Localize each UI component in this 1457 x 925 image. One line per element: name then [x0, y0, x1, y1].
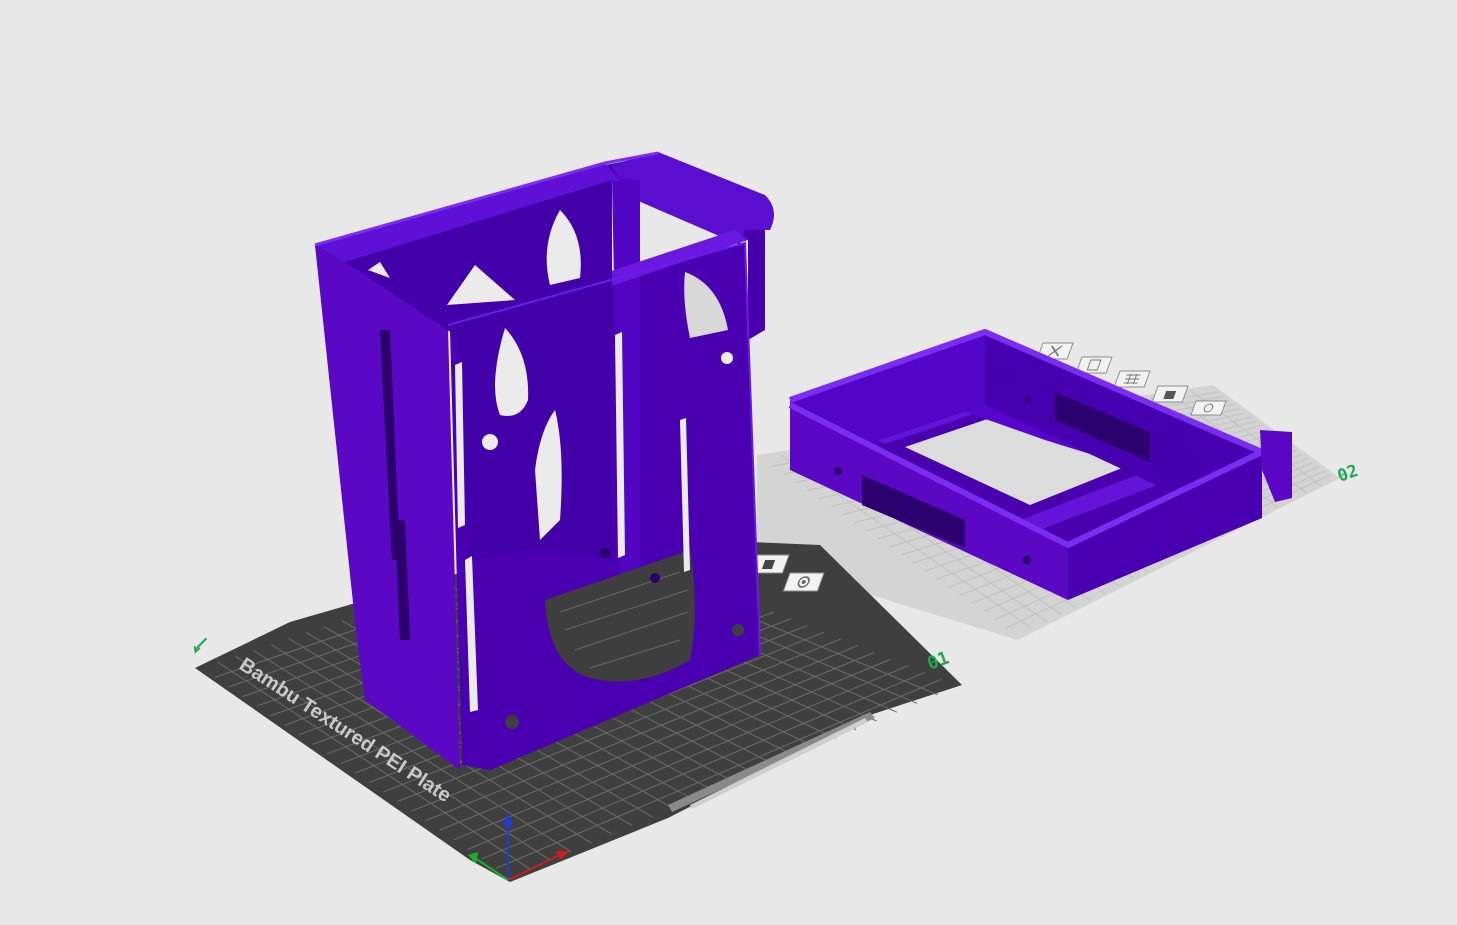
cage-model-hole: [732, 624, 744, 636]
cage-model-hole: [600, 548, 610, 558]
grid-icon[interactable]: [1113, 370, 1151, 388]
cage-model-hole: [650, 573, 660, 583]
edit-name-icon[interactable]: [192, 637, 210, 654]
tray-model-hole: [1023, 556, 1031, 564]
tray-model-hole: [1025, 397, 1031, 403]
lock-icon[interactable]: [1151, 385, 1189, 403]
settings-icon[interactable]: [782, 572, 825, 592]
cage-model[interactable]: [314, 151, 774, 770]
cage-model-hole: [721, 352, 733, 364]
3d-viewport[interactable]: 02 Bambu Textured PEI Plate 01: [0, 0, 1457, 925]
tray-model-hole: [834, 467, 842, 475]
settings-icon[interactable]: [1190, 400, 1227, 416]
cage-model-hole: [505, 715, 519, 729]
cage-model-hole: [482, 434, 498, 450]
plate-two-index-label: 02: [1335, 461, 1361, 487]
